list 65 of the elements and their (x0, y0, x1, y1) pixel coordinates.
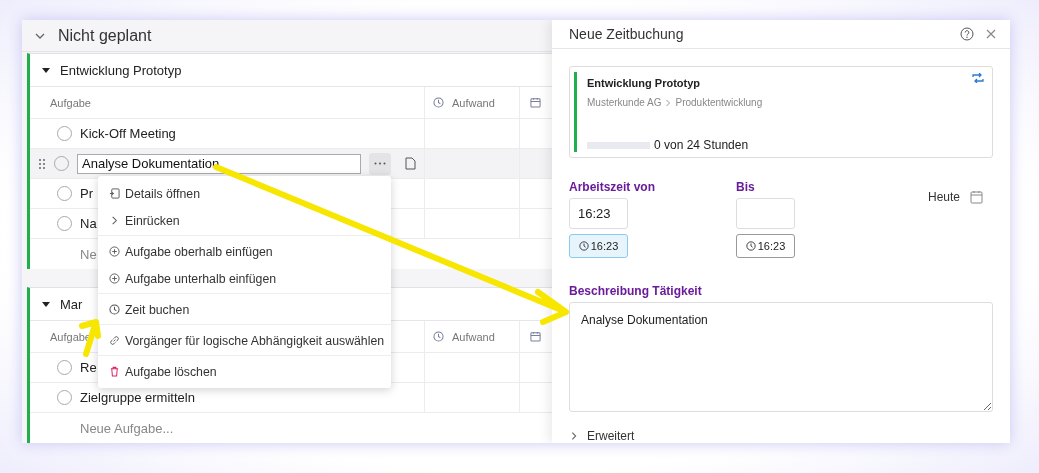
plus-circle-icon (109, 246, 120, 257)
breadcrumb-item: Musterkunde AG (587, 97, 662, 108)
menu-item[interactable]: Zeit buchen (98, 296, 391, 323)
swap-icon (972, 73, 984, 83)
swap-button[interactable] (972, 73, 984, 83)
now-time-button[interactable]: 16:23 (569, 234, 628, 258)
column-header: Aufgabe (50, 96, 91, 109)
advanced-toggle[interactable]: Erweitert (587, 429, 635, 443)
clock-icon (578, 241, 589, 251)
new-task-placeholder[interactable]: Ne (80, 246, 97, 262)
chevron-right-icon (665, 98, 672, 107)
document-icon[interactable] (405, 157, 416, 170)
clock-icon (433, 97, 444, 108)
close-button[interactable] (986, 29, 996, 39)
drag-handle-icon[interactable] (38, 157, 46, 170)
menu-item[interactable]: Aufgabe oberhalb einfügen (98, 238, 391, 265)
menu-item[interactable]: Einrücken (98, 207, 391, 234)
clock-icon (109, 304, 120, 315)
description-field[interactable]: Analyse Dokumentation (569, 302, 993, 412)
close-icon (986, 29, 996, 39)
help-button[interactable] (960, 27, 974, 41)
menu-item[interactable]: Aufgabe löschen (98, 358, 391, 385)
section-title: Nicht geplant (58, 26, 152, 45)
task-name-field[interactable]: Analyse Dokumentation (77, 153, 361, 174)
clock-icon (745, 241, 756, 251)
link-icon (109, 335, 120, 346)
calendar-icon (530, 331, 541, 342)
new-task-placeholder[interactable]: Neue Aufgabe... (80, 420, 174, 436)
help-icon (960, 27, 974, 41)
now-time-button[interactable]: 16:23 (736, 234, 795, 258)
field-label: Arbeitszeit von (569, 180, 656, 194)
project-name: Entwicklung Prototyp (587, 77, 702, 89)
time-field[interactable] (736, 198, 795, 229)
field-label: Bis (736, 180, 756, 194)
panel-open-icon (109, 188, 120, 199)
task-name: Na (80, 216, 97, 231)
calendar-icon (530, 97, 541, 108)
hours-text: 0 von 24 Stunden (654, 138, 749, 152)
task-name: Zielgruppe ermitteln (80, 390, 195, 405)
caret-icon[interactable] (42, 300, 50, 308)
column-header: Aufwand (452, 96, 495, 109)
group-title: Mar (60, 296, 83, 312)
clock-icon (433, 331, 444, 342)
field-label: Beschreibung Tätigkeit (569, 284, 702, 298)
trash-icon (109, 366, 120, 377)
caret-icon[interactable] (42, 66, 50, 74)
breadcrumb-item: Produktentwicklung (675, 97, 763, 108)
more-button[interactable] (369, 152, 391, 175)
chevron-right-icon (109, 215, 120, 226)
date-text: Heute (927, 190, 960, 204)
task-name: Re (80, 360, 97, 375)
group-title: Entwicklung Prototyp (60, 62, 182, 78)
panel-title: Neue Zeitbuchung (569, 26, 685, 42)
plus-circle-icon (109, 273, 120, 284)
calendar-icon[interactable] (970, 190, 983, 204)
menu-item[interactable]: Details öffnen (98, 180, 391, 207)
task-name: Pr (80, 186, 93, 201)
column-header: Aufgabe (50, 330, 91, 343)
chevron-icon[interactable] (569, 431, 579, 441)
task-name: Kick-Off Meeting (80, 126, 176, 141)
column-header: Aufwand (452, 330, 495, 343)
menu-item[interactable]: Vorgänger für logische Abhängigkeit auswählen (98, 327, 391, 354)
menu-item[interactable]: Aufgabe unterhalb einfügen (98, 265, 391, 292)
more-icon (374, 162, 386, 165)
time-field[interactable]: 16:23 (569, 198, 628, 229)
